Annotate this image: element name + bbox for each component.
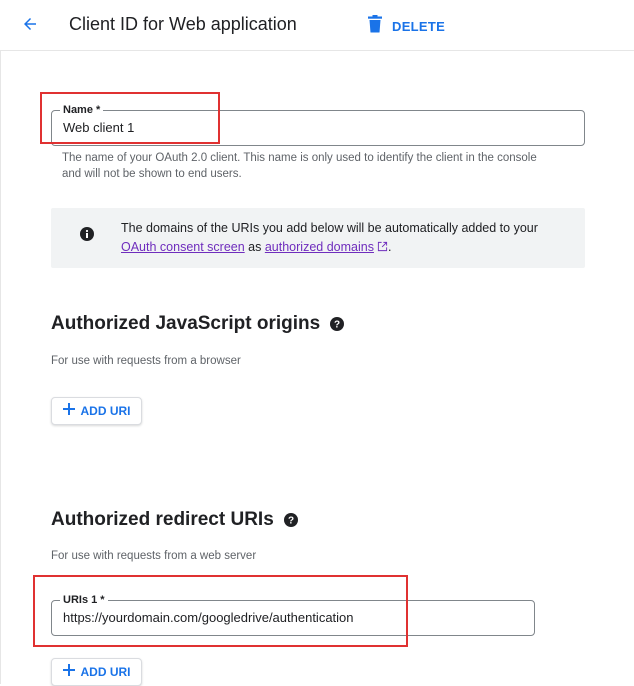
redirect-uris-description: For use with requests from a web server (51, 550, 257, 562)
redirect-uri-field-label: URIs 1 * (60, 593, 108, 607)
back-arrow-icon (21, 15, 39, 38)
authorized-domains-link[interactable]: authorized domains (265, 240, 374, 254)
js-origins-title: Authorized JavaScript origins (51, 313, 321, 334)
js-origins-description: For use with requests from a browser (51, 355, 241, 367)
redirect-uris-title: Authorized redirect URIs (51, 509, 274, 530)
oauth-consent-link[interactable]: OAuth consent screen (121, 240, 245, 254)
left-divider (0, 50, 1, 684)
add-js-origin-label: ADD URI (80, 404, 131, 418)
info-icon (80, 227, 94, 246)
name-field-label: Name * (60, 103, 104, 117)
info-text-middle: as (244, 240, 265, 254)
name-field[interactable]: Name * Web client 1 (51, 103, 585, 146)
page-title: Client ID for Web application (69, 14, 297, 34)
svg-text:?: ? (334, 320, 340, 331)
add-js-origin-button[interactable]: ADD URI (51, 397, 142, 425)
delete-label: DELETE (392, 18, 446, 34)
info-box: The domains of the URIs you add below wi… (51, 208, 585, 268)
redirect-uri-field-value: https://yourdomain.com/googledrive/authe… (63, 610, 354, 625)
trash-icon (368, 14, 382, 38)
js-origins-heading: Authorized JavaScript origins ? (51, 313, 345, 335)
add-redirect-uri-button[interactable]: ADD URI (51, 658, 142, 686)
add-redirect-uri-label: ADD URI (80, 665, 131, 679)
plus-icon (62, 663, 75, 681)
external-link-icon[interactable] (377, 239, 388, 258)
redirect-uri-field[interactable]: URIs 1 * https://yourdomain.com/googledr… (51, 593, 535, 636)
name-helper-text: The name of your OAuth 2.0 client. This … (62, 152, 537, 180)
back-button[interactable] (16, 12, 44, 40)
help-icon[interactable]: ? (283, 513, 298, 527)
plus-icon (62, 402, 75, 420)
info-text: The domains of the URIs you add below wi… (121, 219, 571, 258)
help-icon[interactable]: ? (330, 317, 345, 331)
page-header: Client ID for Web application DELETE (0, 0, 634, 51)
info-text-before: The domains of the URIs you add below wi… (121, 221, 538, 235)
redirect-uris-heading: Authorized redirect URIs ? (51, 509, 298, 531)
name-field-value: Web client 1 (63, 120, 135, 135)
svg-text:?: ? (288, 516, 294, 527)
info-text-after: . (387, 240, 392, 254)
delete-button[interactable]: DELETE (368, 14, 445, 38)
